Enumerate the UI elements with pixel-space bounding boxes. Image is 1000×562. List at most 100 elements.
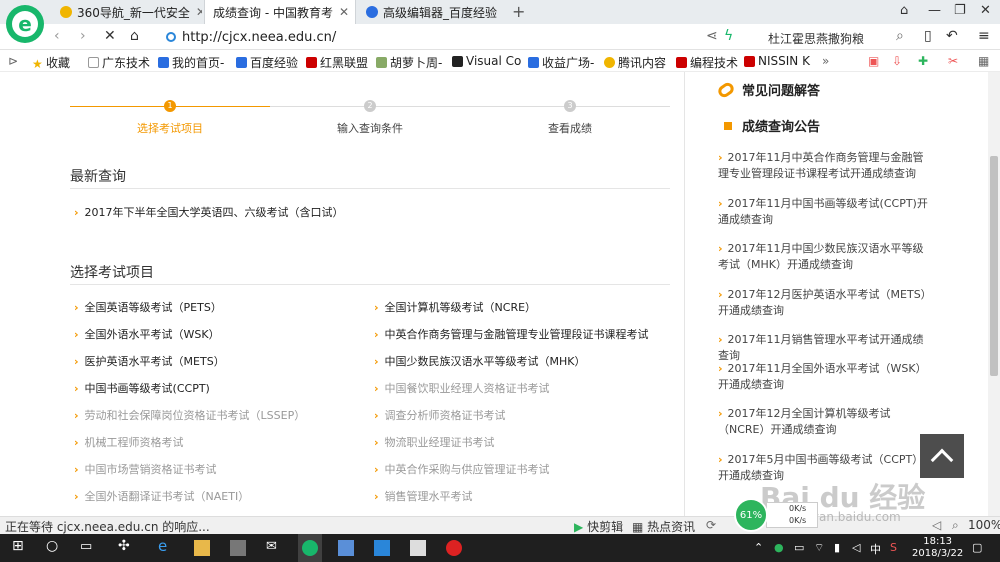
close-window-icon[interactable]: ✕ — [980, 3, 991, 18]
shirt-icon[interactable]: ⌂ — [900, 3, 908, 18]
new-tab-button[interactable]: + — [512, 2, 525, 21]
back-icon[interactable]: ‹ — [54, 28, 60, 44]
restore-icon[interactable]: ❐ — [954, 3, 966, 18]
tab-score-query[interactable]: 成绩查询 - 中国教育考 ✕ — [204, 0, 356, 24]
bookmark-item[interactable]: 我的首页- — [158, 54, 224, 71]
exam-item[interactable]: 调查分析师资格证书考试 — [374, 407, 506, 423]
bookmark-item[interactable]: 百度经验 — [236, 54, 298, 71]
tray-up-icon[interactable]: ⌃ — [754, 541, 763, 554]
exam-item[interactable]: 全国外语水平考试（WSK） — [74, 326, 220, 342]
sogou-icon[interactable]: S — [890, 541, 897, 554]
bookmark-item[interactable]: 编程技术 — [676, 54, 738, 71]
menu-icon[interactable]: ≡ — [978, 28, 990, 44]
zoom-level[interactable]: 100% — [968, 518, 1000, 532]
url-input[interactable]: http://cjcx.neea.edu.cn/ — [158, 27, 698, 47]
exam-item[interactable]: 全国外语翻译证书考试（NAETI） — [74, 488, 250, 504]
search-icon[interactable]: ⌕ — [952, 518, 959, 533]
bookmark-item[interactable]: NISSIN K — [744, 54, 810, 68]
bookmark-item[interactable]: 腾讯内容 — [604, 54, 666, 71]
search-icon[interactable]: ○ — [46, 538, 62, 554]
document-icon[interactable] — [410, 540, 426, 556]
store-icon[interactable] — [230, 540, 246, 556]
close-icon[interactable]: ✕ — [333, 5, 349, 19]
bookmark-item[interactable]: 收益广场- — [528, 54, 594, 71]
search-icon[interactable]: ⌕ — [896, 28, 904, 44]
notification-icon[interactable]: ▢ — [972, 541, 982, 554]
scissors-icon[interactable]: ✂ — [948, 54, 958, 68]
notice-item[interactable]: 2017年11月中国少数民族汉语水平等级考试（MHK）开通成绩查询 — [718, 241, 933, 273]
expand-icon[interactable]: ⊳ — [8, 54, 18, 68]
share-icon[interactable]: ⋖ — [706, 28, 718, 44]
notice-item[interactable]: 2017年11月中英合作商务管理与金融管理专业管理段证书课程考试开通成绩查询 — [718, 150, 933, 182]
exam-item[interactable]: 中国少数民族汉语水平等级考试（MHK） — [374, 353, 586, 369]
undo-icon[interactable]: ↶ — [946, 28, 958, 44]
stop-icon[interactable]: ✕ — [104, 28, 116, 44]
back-to-top-button[interactable] — [920, 434, 964, 478]
sound-icon[interactable]: ◁ — [932, 518, 941, 532]
exam-item[interactable]: 中英合作采购与供应管理证书考试 — [374, 461, 550, 477]
exam-item[interactable]: 中英合作商务管理与金融管理专业管理段证书课程考试 — [374, 326, 649, 342]
link-icon — [716, 79, 736, 100]
exam-item[interactable]: 全国英语等级考试（PETS） — [74, 299, 222, 315]
folder-icon[interactable] — [194, 540, 210, 556]
notice-item[interactable]: 2017年12月全国计算机等级考试（NCRE）开通成绩查询 — [718, 406, 933, 438]
tray-network-icon[interactable]: ▭ — [794, 541, 804, 554]
notice-item[interactable]: 2017年12月医护英语水平考试（METS）开通成绩查询 — [718, 287, 933, 319]
notice-item[interactable]: 2017年11月全国外语水平考试（WSK）开通成绩查询 — [718, 361, 933, 393]
ime-indicator[interactable]: 中 — [870, 541, 881, 557]
exam-item[interactable]: 中国市场营销资格证书考试 — [74, 461, 217, 477]
exam-item[interactable]: 销售管理水平考试 — [374, 488, 473, 504]
faq-link[interactable]: 常见问题解答 — [716, 79, 820, 100]
exam-item[interactable]: 医护英语水平考试（METS） — [74, 353, 225, 369]
scrollbar[interactable] — [988, 72, 1000, 516]
phone-icon[interactable]: ▯ — [924, 28, 932, 44]
browser-logo[interactable]: e — [6, 5, 44, 43]
bookmark-item[interactable]: ★ 收藏 — [32, 54, 70, 71]
bookmark-item[interactable]: 广东技术 — [88, 54, 150, 71]
more-icon[interactable]: » — [822, 54, 829, 68]
browser-taskbar-button[interactable] — [298, 534, 322, 562]
download-icon[interactable]: ⇩ — [892, 54, 902, 68]
forward-icon[interactable]: › — [80, 28, 86, 44]
app-icon[interactable] — [374, 540, 390, 556]
grid-icon[interactable]: ▦ — [978, 54, 989, 68]
app-icon[interactable] — [338, 540, 354, 556]
bookmark-item[interactable]: 胡萝卜周- — [376, 54, 442, 71]
exam-item[interactable]: 全国计算机等级考试（NCRE） — [374, 299, 537, 315]
bookmark-item[interactable]: 红黑联盟 — [306, 54, 368, 71]
recent-item[interactable]: 2017年下半年全国大学英语四、六级考试（含口试） — [74, 204, 344, 220]
close-icon[interactable]: ✕ — [190, 5, 202, 19]
speed-ball[interactable]: 61% — [734, 498, 768, 532]
tab-baidu-editor[interactable]: 高级编辑器_百度经验 — [358, 0, 506, 24]
music-icon[interactable] — [446, 540, 462, 556]
task-view-icon[interactable]: ▭ — [80, 539, 96, 555]
tab-360-nav[interactable]: 360导航_新一代安全 ✕ — [52, 0, 202, 24]
exam-item[interactable]: 中国餐饮职业经理人资格证书考试 — [374, 380, 550, 396]
home-icon[interactable]: ⌂ — [130, 28, 139, 44]
app-icon[interactable]: ▣ — [868, 54, 879, 68]
exam-item[interactable]: 中国书画等级考试(CCPT) — [74, 380, 210, 396]
exam-item[interactable]: 机械工程师资格考试 — [74, 434, 184, 450]
refresh-icon[interactable]: ⟳ — [706, 518, 716, 532]
mail-icon[interactable]: ✉ — [266, 539, 282, 555]
hot-news-button[interactable]: ▦ 热点资讯 — [632, 518, 695, 535]
quick-cut-button[interactable]: ▶ 快剪辑 — [574, 518, 623, 535]
exam-item[interactable]: 物流职业经理证书考试 — [374, 434, 495, 450]
clock[interactable]: 18:13 2018/3/22 — [912, 536, 963, 560]
notice-item[interactable]: 2017年11月中国书画等级考试(CCPT)开通成绩查询 — [718, 196, 933, 228]
fan-icon[interactable]: ✣ — [118, 538, 134, 554]
notice-item[interactable]: 2017年11月销售管理水平考试开通成绩查询 — [718, 332, 933, 364]
battery-icon[interactable]: ▮ — [834, 541, 840, 554]
plugin-icon[interactable]: ✚ — [918, 54, 928, 68]
volume-icon[interactable]: ◁ — [852, 541, 860, 554]
tray-app-icon[interactable]: ● — [774, 541, 784, 554]
search-input[interactable]: 杜江霍思燕撒狗粮 — [768, 30, 864, 47]
scroll-thumb[interactable] — [990, 156, 998, 376]
minimize-icon[interactable]: — — [928, 3, 941, 18]
bookmark-item[interactable]: Visual Co — [452, 54, 521, 68]
edge-icon[interactable]: e — [158, 537, 174, 555]
exam-item[interactable]: 劳动和社会保障岗位资格证书考试（LSSEP） — [74, 407, 306, 423]
lightning-icon[interactable]: ϟ — [724, 28, 733, 44]
wifi-icon[interactable]: ⌔ — [814, 541, 824, 555]
windows-start-icon[interactable]: ⊞ — [12, 538, 28, 554]
